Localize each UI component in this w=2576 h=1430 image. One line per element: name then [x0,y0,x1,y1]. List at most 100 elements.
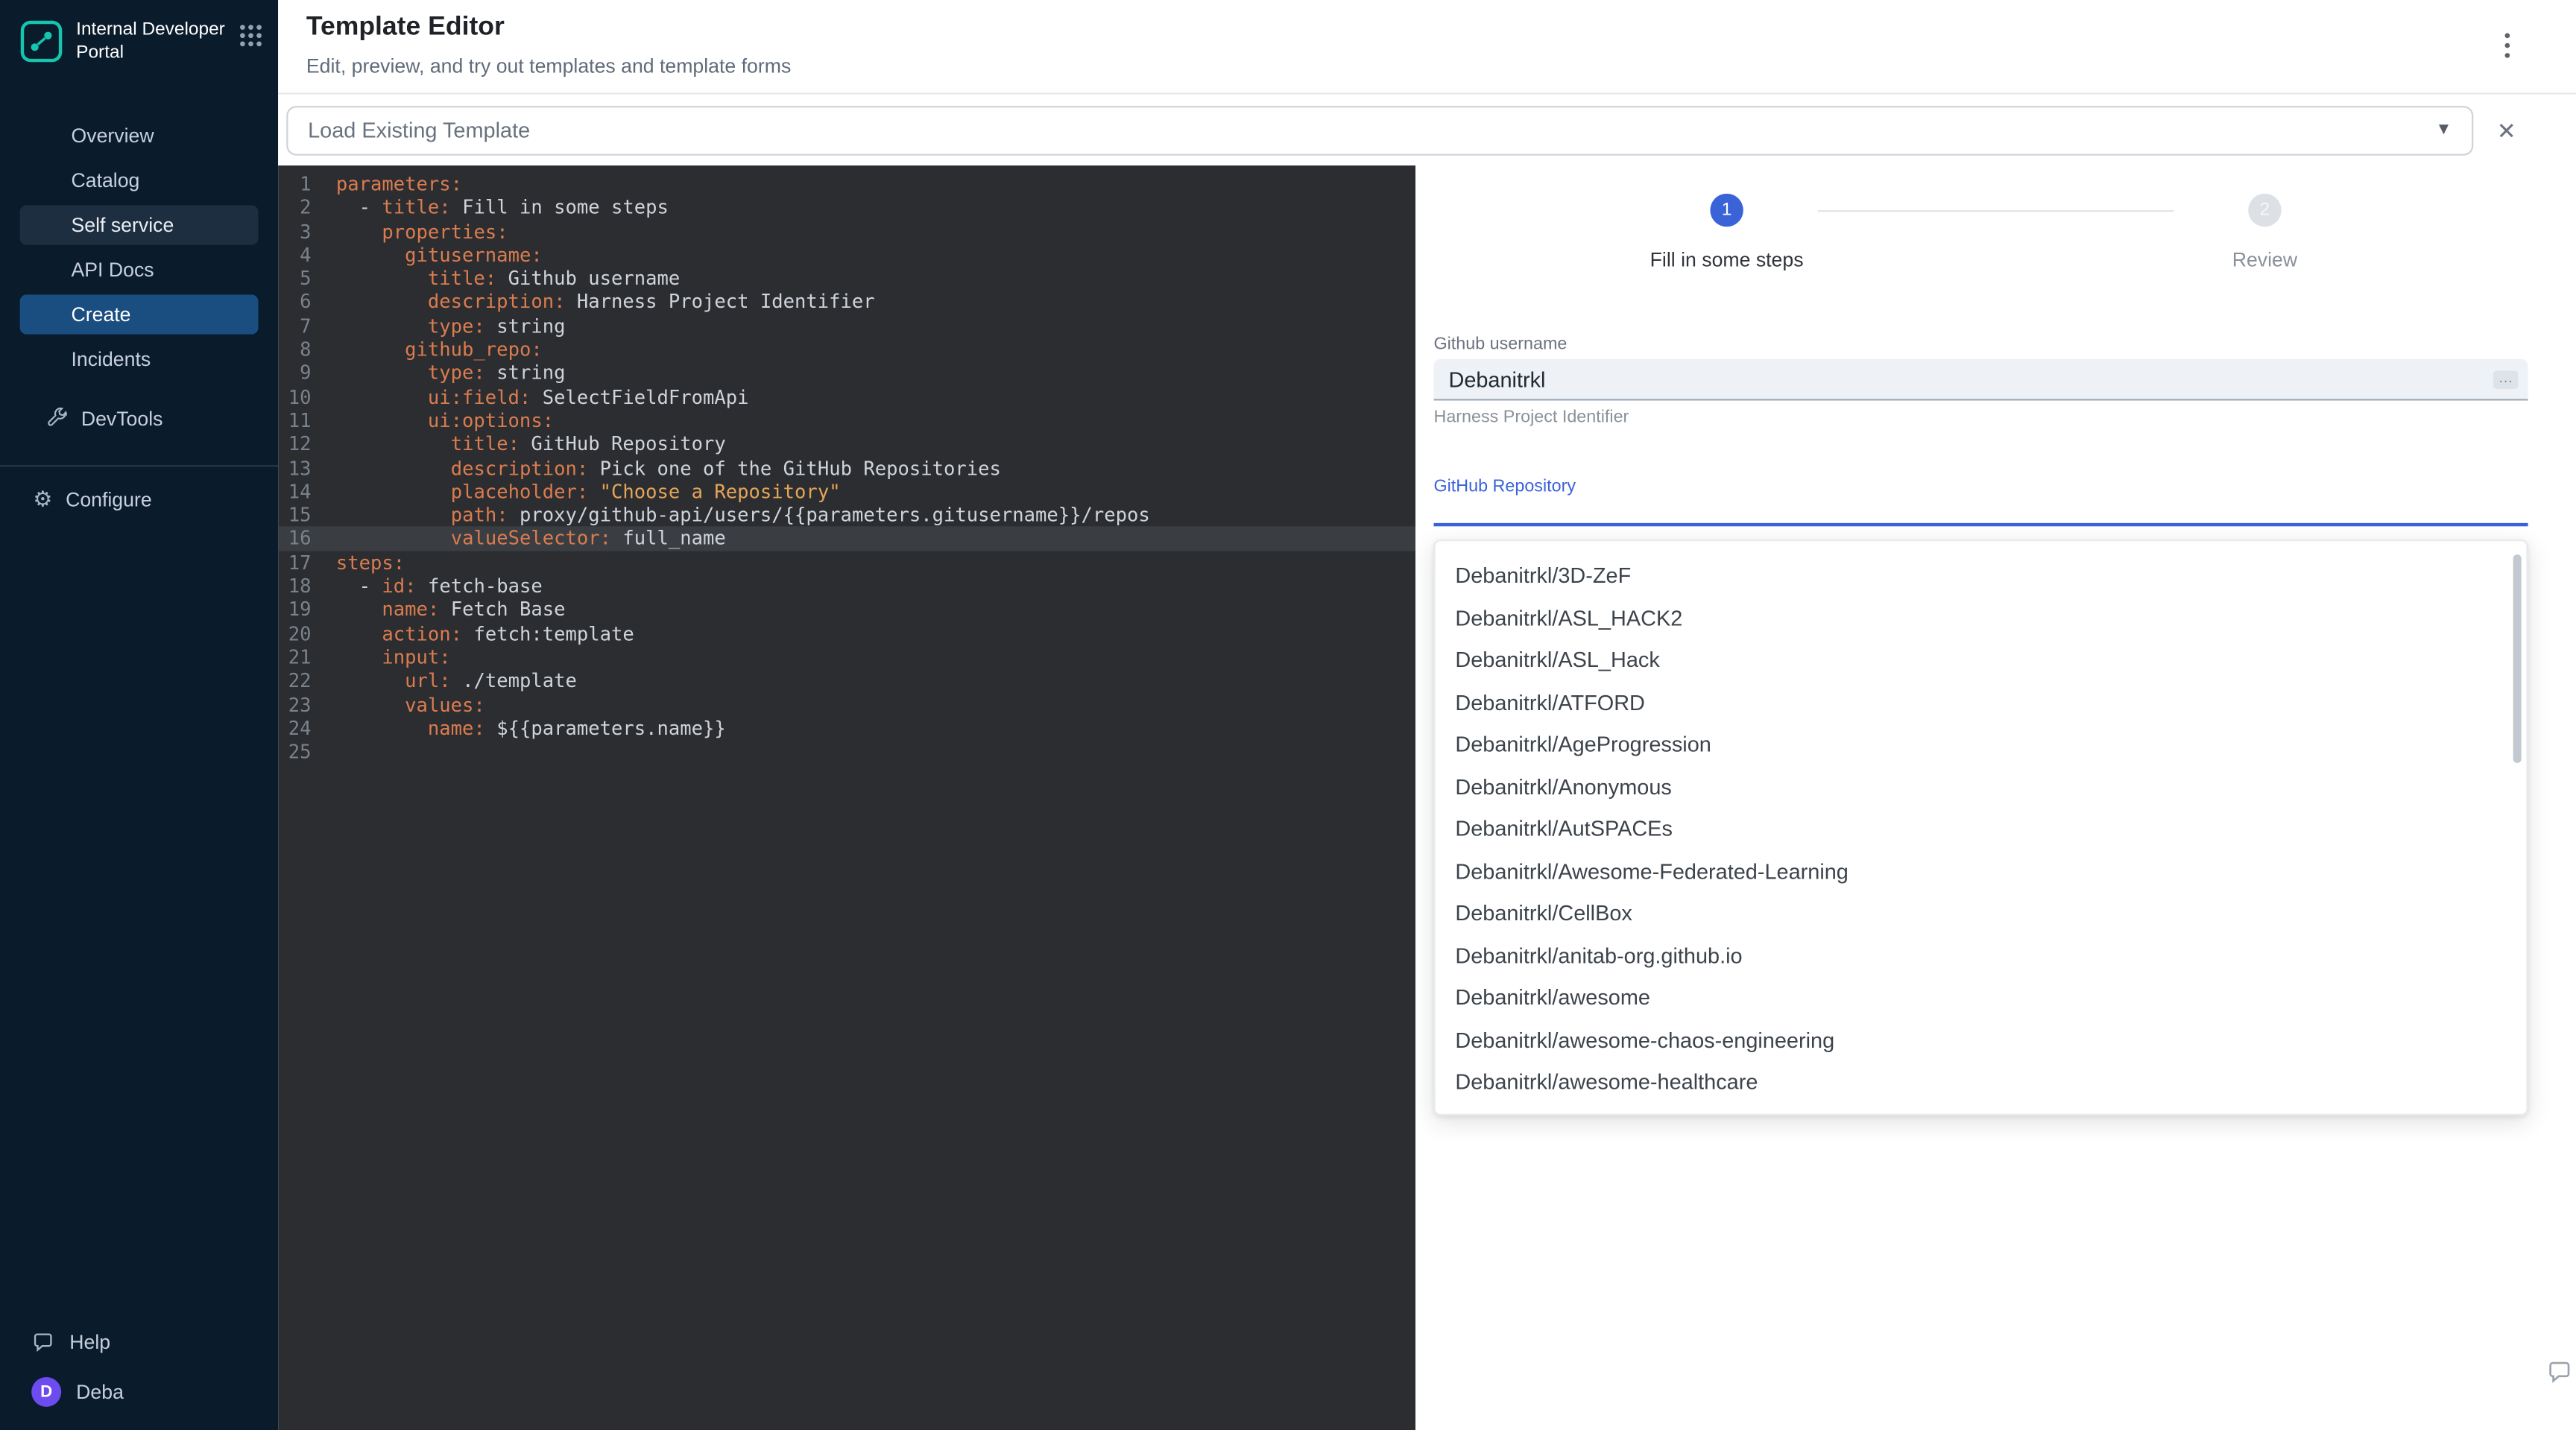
sidebar-item-create[interactable]: Create [20,294,259,333]
step-review[interactable]: 2 Review [2174,194,2355,271]
chevron-down-icon: ▼ [2435,121,2452,139]
line-number: 9 [278,361,311,385]
code-line[interactable]: 17steps: [278,551,1415,575]
help-button[interactable]: Help [0,1331,278,1354]
code-text: path: proxy/github-api/users/{{parameter… [312,504,1150,528]
code-line[interactable]: 13 description: Pick one of the GitHub R… [278,456,1415,480]
code-text: valueSelector: full_name [312,527,726,551]
repo-option[interactable]: Debanitrkl/ASL_HACK2 [1436,597,2527,639]
dropdown-scrollbar[interactable] [2513,554,2522,763]
code-line[interactable]: 23 values: [278,693,1415,717]
repo-option[interactable]: Debanitrkl/3D-ZeF [1436,554,2527,597]
repo-option[interactable]: Debanitrkl/AutSPACEs [1436,808,2527,850]
feedback-chat-icon[interactable] [2546,1359,2573,1394]
repo-option[interactable]: Debanitrkl/Anonymous [1436,765,2527,808]
code-line[interactable]: 19 name: Fetch Base [278,598,1415,622]
line-number: 11 [278,409,311,433]
line-number: 3 [278,220,311,244]
sidebar-item-devtools[interactable]: DevTools [20,398,259,437]
page-title: Template Editor [306,13,2576,43]
close-icon[interactable]: ✕ [2493,117,2520,144]
repo-option[interactable]: Debanitrkl/ATFORD [1436,681,2527,724]
code-line[interactable]: 14 placeholder: "Choose a Repository" [278,480,1415,504]
apps-grid-icon[interactable] [240,25,262,46]
code-line[interactable]: 9 type: string [278,361,1415,385]
sidebar-divider [0,464,278,466]
code-line[interactable]: 1parameters: [278,172,1415,196]
code-line[interactable]: 4 gitusername: [278,243,1415,267]
line-number: 7 [278,314,311,338]
code-line[interactable]: 3 properties: [278,220,1415,244]
brand-title: Internal Developer Portal [76,20,227,66]
code-text: placeholder: "Choose a Repository" [312,480,841,504]
line-number: 8 [278,338,311,361]
code-line[interactable]: 10 ui:field: SelectFieldFromApi [278,385,1415,409]
content: 1parameters:2 - title: Fill in some step… [278,165,2576,1430]
idp-logo[interactable] [20,20,63,63]
repo-option[interactable]: Debanitrkl/awesome-healthcare [1436,1061,2527,1104]
code-text: type: string [312,314,566,338]
repo-option[interactable]: Debanitrkl/anitab-org.github.io [1436,934,2527,977]
code-line[interactable]: 22 url: ./template [278,669,1415,693]
code-line[interactable]: 8 github_repo: [278,338,1415,361]
github-username-helper: Harness Project Identifier [1433,407,2528,427]
code-line[interactable]: 18 - id: fetch-base [278,575,1415,598]
line-number: 20 [278,621,311,645]
github-username-label: Github username [1433,335,2528,355]
sidebar-item-self-service[interactable]: Self service [20,204,259,244]
sidebar-item-label: DevTools [81,406,163,429]
sidebar-item-catalog[interactable]: Catalog [20,159,259,199]
step-connector [1818,210,2174,212]
code-line[interactable]: 15 path: proxy/github-api/users/{{parame… [278,504,1415,528]
sidebar-item-overview[interactable]: Overview [20,115,259,154]
github-username-input[interactable] [1448,367,2484,391]
code-line[interactable]: 21 input: [278,645,1415,669]
line-number: 12 [278,432,311,456]
code-line[interactable]: 6 description: Harness Project Identifie… [278,291,1415,314]
code-text: title: GitHub Repository [312,432,726,456]
user-menu[interactable]: D Deba [0,1377,278,1407]
line-number: 2 [278,196,311,220]
step-circle: 2 [2248,194,2281,227]
repo-option[interactable]: Debanitrkl/awesome [1436,976,2527,1019]
sidebar-item-label: API Docs [72,257,154,280]
code-text: input: [312,645,451,669]
line-number: 21 [278,645,311,669]
kebab-menu-icon[interactable] [2501,30,2513,61]
code-text: name: ${{parameters.name}} [312,716,726,740]
code-text: ui:field: SelectFieldFromApi [312,385,749,409]
step-circle: 1 [1710,194,1743,227]
sidebar-item-api-docs[interactable]: API Docs [20,249,259,288]
code-editor[interactable]: 1parameters:2 - title: Fill in some step… [278,165,1415,1430]
sidebar-item-incidents[interactable]: Incidents [20,338,259,378]
line-number: 13 [278,456,311,480]
code-line[interactable]: 2 - title: Fill in some steps [278,196,1415,220]
template-preview: 1 Fill in some steps 2 Review Github use… [1415,165,2576,1430]
app-root: Internal Developer Portal Overview Catal… [0,0,2576,1430]
repo-option[interactable]: Debanitrkl/AgeProgression [1436,724,2527,766]
code-text: ui:options: [312,409,555,433]
code-line[interactable]: 20 action: fetch:template [278,621,1415,645]
code-text: parameters: [312,172,463,196]
code-line[interactable]: 25 [278,740,1415,764]
code-line[interactable]: 7 type: string [278,314,1415,338]
line-number: 4 [278,243,311,267]
github-repository-input[interactable] [1433,502,2528,526]
sidebar-item-configure[interactable]: ⚙ Configure [0,479,278,519]
line-number: 10 [278,385,311,409]
step-fill-in-some-steps[interactable]: 1 Fill in some steps [1635,194,1817,271]
brand: Internal Developer Portal [0,0,278,66]
repo-option[interactable]: Debanitrkl/ASL_Hack [1436,639,2527,681]
repo-option[interactable]: Debanitrkl/CellBox [1436,892,2527,934]
code-line[interactable]: 12 title: GitHub Repository [278,432,1415,456]
line-number: 18 [278,575,311,598]
line-number: 22 [278,669,311,693]
user-name: Deba [76,1380,124,1403]
code-line[interactable]: 5 title: Github username [278,267,1415,291]
repo-option[interactable]: Debanitrkl/Awesome-Federated-Learning [1436,850,2527,893]
code-line[interactable]: 24 name: ${{parameters.name}} [278,716,1415,740]
repo-option[interactable]: Debanitrkl/awesome-chaos-engineering [1436,1019,2527,1061]
load-template-select[interactable]: Load Existing Template ▼ [286,105,2473,155]
code-line[interactable]: 16 valueSelector: full_name [278,527,1415,551]
code-line[interactable]: 11 ui:options: [278,409,1415,433]
